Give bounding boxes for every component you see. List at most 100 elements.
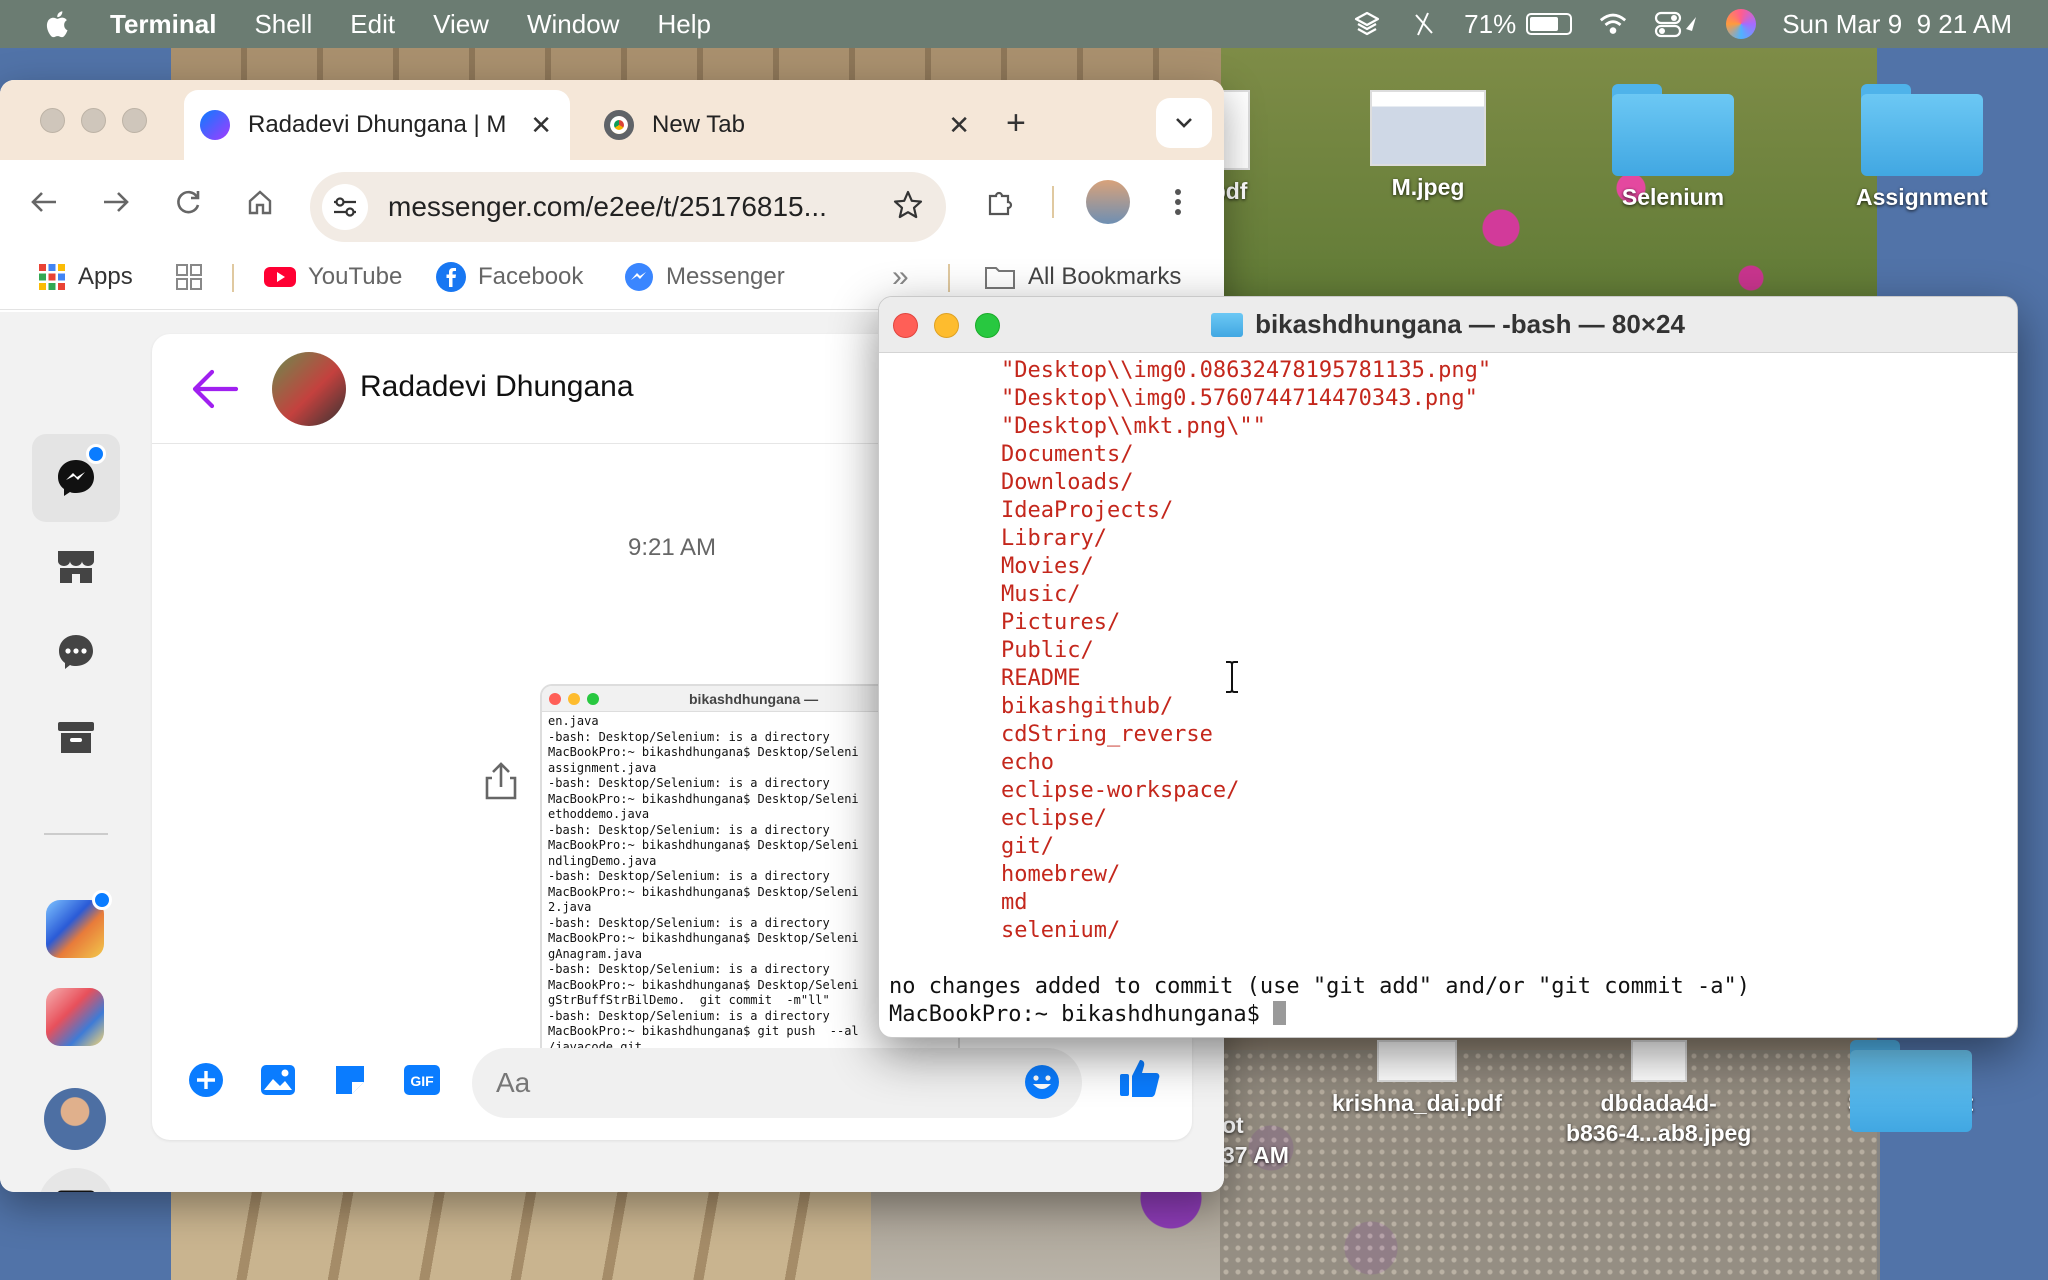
message-input[interactable]: Aa bbox=[472, 1048, 1082, 1118]
user-avatar[interactable] bbox=[44, 1088, 106, 1150]
bookmark-facebook[interactable]: Facebook bbox=[436, 260, 583, 294]
send-like-button[interactable] bbox=[1116, 1054, 1164, 1102]
bookmark-label: Apps bbox=[78, 263, 133, 290]
untracked-file-line: selenium/ bbox=[1001, 918, 1121, 943]
attach-photo-button[interactable] bbox=[258, 1060, 298, 1100]
close-window-button[interactable] bbox=[893, 313, 918, 338]
new-tab-button[interactable]: + bbox=[1006, 104, 1026, 143]
red-dot-icon bbox=[549, 692, 561, 705]
untracked-file-line: Public/ bbox=[1001, 638, 1094, 663]
rail-archive[interactable] bbox=[32, 694, 120, 782]
prompt-text: MacBookPro:~ bikashdhungana$ bbox=[889, 1002, 1274, 1027]
battery-status[interactable]: 71% bbox=[1464, 9, 1573, 40]
sticker-button[interactable] bbox=[330, 1060, 370, 1100]
rail-marketplace[interactable] bbox=[32, 522, 120, 610]
desktop-icon-krishna-pdf[interactable]: krishna_dai.pdf bbox=[1332, 1040, 1502, 1118]
thumbs-up-icon bbox=[1120, 1060, 1160, 1097]
url-text[interactable]: messenger.com/e2ee/t/25176815... bbox=[388, 191, 892, 223]
menu-clock[interactable]: Sun Mar 9 9 21 AM bbox=[1782, 9, 2012, 40]
terminal-titlebar: bikashdhungana — -bash — 80×24 bbox=[879, 297, 2017, 353]
sticker-icon bbox=[336, 1066, 364, 1094]
desktop-icon-screenshot[interactable]: Screenshot bbox=[1848, 1040, 1973, 1132]
green-dot-icon bbox=[587, 692, 599, 705]
close-window-button[interactable] bbox=[40, 108, 65, 133]
bookmark-youtube[interactable]: YouTube bbox=[264, 260, 402, 294]
layers-icon[interactable] bbox=[1352, 9, 1382, 39]
folder-icon bbox=[1860, 84, 1983, 176]
bookmark-all-bookmarks[interactable]: All Bookmarks bbox=[984, 260, 1181, 294]
desktop-icon-dbdada-jpeg[interactable]: dbdada4d- b836-4...ab8.jpeg bbox=[1566, 1040, 1751, 1148]
profile-avatar[interactable] bbox=[1086, 180, 1130, 224]
arrow-left-icon[interactable] bbox=[190, 366, 240, 412]
tab-groups-button[interactable] bbox=[174, 260, 204, 294]
zoom-window-button[interactable] bbox=[122, 108, 147, 133]
messenger-icon bbox=[625, 263, 653, 291]
site-settings-icon[interactable] bbox=[322, 184, 368, 230]
terminal-window: bikashdhungana — -bash — 80×24 "Desktop\… bbox=[878, 296, 2018, 1038]
desktop-icon-mjpeg[interactable]: M.jpeg bbox=[1370, 90, 1486, 202]
reload-button[interactable] bbox=[166, 180, 210, 224]
untracked-file-line: echo bbox=[1001, 750, 1054, 775]
extensions-button[interactable] bbox=[978, 180, 1022, 224]
arrow-right-icon bbox=[104, 192, 129, 212]
close-tab-icon[interactable]: ✕ bbox=[948, 110, 970, 141]
menu-window[interactable]: Window bbox=[527, 9, 619, 40]
terminal-output[interactable]: "Desktop\\img0.08632478195781135.png" "De… bbox=[889, 357, 1750, 1029]
bookmark-star-icon[interactable] bbox=[892, 189, 924, 226]
menu-shell[interactable]: Shell bbox=[254, 9, 312, 40]
share-icon[interactable] bbox=[484, 762, 518, 800]
contact-name[interactable]: Radadevi Dhungana bbox=[360, 370, 634, 404]
address-bar[interactable]: messenger.com/e2ee/t/25176815... bbox=[310, 172, 946, 242]
bookmark-divider bbox=[232, 264, 234, 292]
close-tab-icon[interactable]: ✕ bbox=[530, 110, 552, 141]
back-button[interactable] bbox=[22, 180, 66, 224]
chrome-menu-button[interactable] bbox=[1156, 180, 1200, 224]
control-center-icon[interactable] bbox=[1654, 9, 1700, 39]
minimize-window-button[interactable] bbox=[934, 313, 959, 338]
tab-search-button[interactable] bbox=[1156, 98, 1212, 148]
bookmark-apps[interactable]: Apps bbox=[38, 260, 133, 294]
apple-logo-icon[interactable] bbox=[42, 9, 70, 39]
bookmarks-overflow-button[interactable]: » bbox=[892, 260, 909, 294]
emoji-icon[interactable] bbox=[1024, 1064, 1060, 1100]
image-icon bbox=[261, 1065, 295, 1095]
bookmark-divider bbox=[948, 264, 950, 292]
more-actions-button[interactable] bbox=[186, 1060, 226, 1100]
desktop-icon-assignment[interactable]: Assignment bbox=[1856, 84, 1988, 212]
bookmark-messenger[interactable]: Messenger bbox=[624, 260, 785, 294]
folder-icon bbox=[1849, 1040, 1972, 1132]
menu-view[interactable]: View bbox=[433, 9, 489, 40]
tab-new-tab[interactable]: New Tab ✕ bbox=[588, 90, 988, 160]
window-controls bbox=[893, 313, 1000, 338]
folder-icon bbox=[1612, 84, 1734, 176]
tab-messenger[interactable]: Radadevi Dhungana | M ✕ bbox=[184, 90, 570, 160]
untracked-file-line: "Desktop\\img0.08632478195781135.png" bbox=[1001, 358, 1492, 383]
attachment-title: bikashdhungana — bbox=[689, 690, 819, 707]
home-button[interactable] bbox=[238, 180, 282, 224]
rail-message-requests[interactable] bbox=[32, 608, 120, 696]
grid-icon bbox=[176, 264, 202, 290]
forward-button[interactable] bbox=[94, 180, 138, 224]
minimize-window-button[interactable] bbox=[81, 108, 106, 133]
git-status-line: no changes added to commit (use "git add… bbox=[889, 974, 1750, 999]
contact-avatar[interactable] bbox=[272, 352, 346, 426]
wifi-icon[interactable] bbox=[1598, 9, 1628, 39]
pen-disabled-icon[interactable] bbox=[1408, 9, 1438, 39]
rail-chats[interactable] bbox=[32, 434, 120, 522]
zoom-window-button[interactable] bbox=[975, 313, 1000, 338]
menu-edit[interactable]: Edit bbox=[350, 9, 395, 40]
chat-dots-icon bbox=[59, 635, 93, 669]
wallpaper-stones bbox=[1220, 1050, 1880, 1280]
toggle-sidebar-button[interactable] bbox=[38, 1168, 114, 1192]
shell-prompt[interactable]: MacBookPro:~ bikashdhungana$ bbox=[889, 1001, 1750, 1029]
menu-app-name[interactable]: Terminal bbox=[110, 9, 216, 40]
untracked-file-line: Documents/ bbox=[1001, 442, 1134, 467]
menu-help[interactable]: Help bbox=[657, 9, 710, 40]
community-app-1-icon[interactable] bbox=[46, 900, 104, 958]
desktop-icon-selenium[interactable]: Selenium bbox=[1612, 84, 1734, 212]
community-app-2-icon[interactable] bbox=[46, 988, 104, 1046]
siri-icon[interactable] bbox=[1726, 9, 1757, 39]
gif-button[interactable]: GIF bbox=[402, 1060, 442, 1100]
desktop-icon-screenshot-partial[interactable]: ot 37 AM bbox=[1222, 1104, 1289, 1170]
untracked-file-line: IdeaProjects/ bbox=[1001, 498, 1174, 523]
